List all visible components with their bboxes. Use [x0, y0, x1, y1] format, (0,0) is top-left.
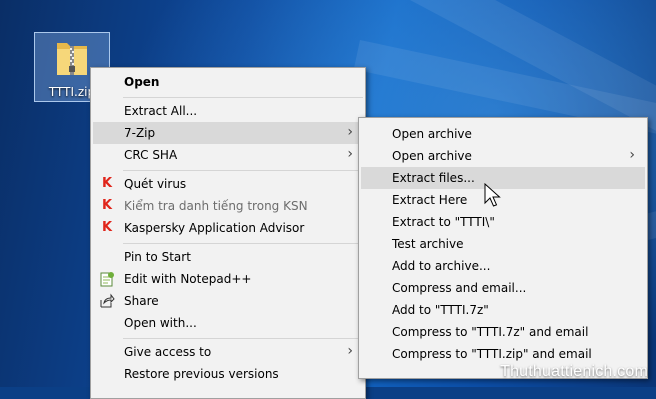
menu-item-pin-to-start[interactable]: Pin to Start — [93, 246, 363, 268]
menu-item-restore-versions[interactable]: Restore previous versions — [93, 363, 363, 385]
menu-item-crc-sha-label: CRC SHA — [124, 148, 178, 162]
submenu-item-extract-here[interactable]: Extract Here — [361, 189, 645, 211]
menu-item-scan-virus[interactable]: K Quét virus — [93, 173, 363, 195]
menu-item-open[interactable]: Open — [93, 71, 363, 93]
menu-separator — [123, 243, 363, 244]
menu-item-edit-notepad-label: Edit with Notepad++ — [124, 272, 252, 286]
submenu-item-test-archive[interactable]: Test archive — [361, 233, 645, 255]
menu-item-extract-all[interactable]: Extract All... — [93, 100, 363, 122]
submenu-item-compress-email[interactable]: Compress and email... — [361, 277, 645, 299]
menu-item-give-access-label: Give access to — [124, 345, 212, 359]
submenu-item-extract-to[interactable]: Extract to "TTTI\" — [361, 211, 645, 233]
menu-item-7zip-label: 7-Zip — [124, 126, 156, 140]
chevron-right-icon: › — [347, 343, 353, 359]
context-menu: Open Extract All... 7-Zip › CRC SHA › K … — [90, 67, 366, 399]
menu-item-crc-sha[interactable]: CRC SHA › — [93, 144, 363, 166]
menu-item-share[interactable]: Share — [93, 290, 363, 312]
menu-item-check-ksn-label: Kiểm tra danh tiếng trong KSN — [124, 199, 308, 213]
submenu-item-open-archive-more-label: Open archive — [392, 149, 472, 163]
submenu-item-add-to-7z[interactable]: Add to "TTTI.7z" — [361, 299, 645, 321]
mouse-pointer-icon — [484, 183, 501, 207]
zip-folder-icon — [57, 43, 87, 75]
submenu-item-extract-files[interactable]: Extract files... — [361, 167, 645, 189]
menu-item-give-access[interactable]: Give access to › — [93, 341, 363, 363]
menu-separator — [123, 170, 363, 171]
menu-item-edit-notepad[interactable]: Edit with Notepad++ — [93, 268, 363, 290]
menu-item-open-with[interactable]: Open with... — [93, 312, 363, 334]
submenu-item-add-to-archive[interactable]: Add to archive... — [361, 255, 645, 277]
chevron-right-icon: › — [347, 146, 353, 162]
menu-item-kaspersky-advisor-label: Kaspersky Application Advisor — [124, 221, 305, 235]
watermark: Thuthuattienich.com — [500, 363, 648, 380]
menu-separator — [123, 97, 363, 98]
menu-item-kaspersky-advisor[interactable]: K Kaspersky Application Advisor — [93, 217, 363, 239]
kaspersky-icon: K — [101, 176, 113, 191]
menu-item-share-label: Share — [124, 294, 159, 308]
submenu-item-compress-7z-email[interactable]: Compress to "TTTI.7z" and email — [361, 321, 645, 343]
submenu-item-open-archive-more[interactable]: Open archive › — [361, 145, 645, 167]
submenu-7zip: Open archive Open archive › Extract file… — [358, 117, 648, 379]
menu-separator — [123, 338, 363, 339]
submenu-item-compress-zip-email[interactable]: Compress to "TTTI.zip" and email — [361, 343, 645, 365]
kaspersky-icon: K — [101, 198, 113, 213]
share-icon — [99, 293, 115, 309]
submenu-item-open-archive[interactable]: Open archive — [361, 123, 645, 145]
menu-item-check-ksn[interactable]: K Kiểm tra danh tiếng trong KSN — [93, 195, 363, 217]
notepad-plus-plus-icon — [99, 271, 115, 287]
chevron-right-icon: › — [347, 124, 353, 140]
menu-item-scan-virus-label: Quét virus — [124, 177, 187, 191]
chevron-right-icon: › — [629, 147, 635, 163]
menu-item-7zip[interactable]: 7-Zip › — [93, 122, 363, 144]
kaspersky-icon: K — [101, 220, 113, 235]
